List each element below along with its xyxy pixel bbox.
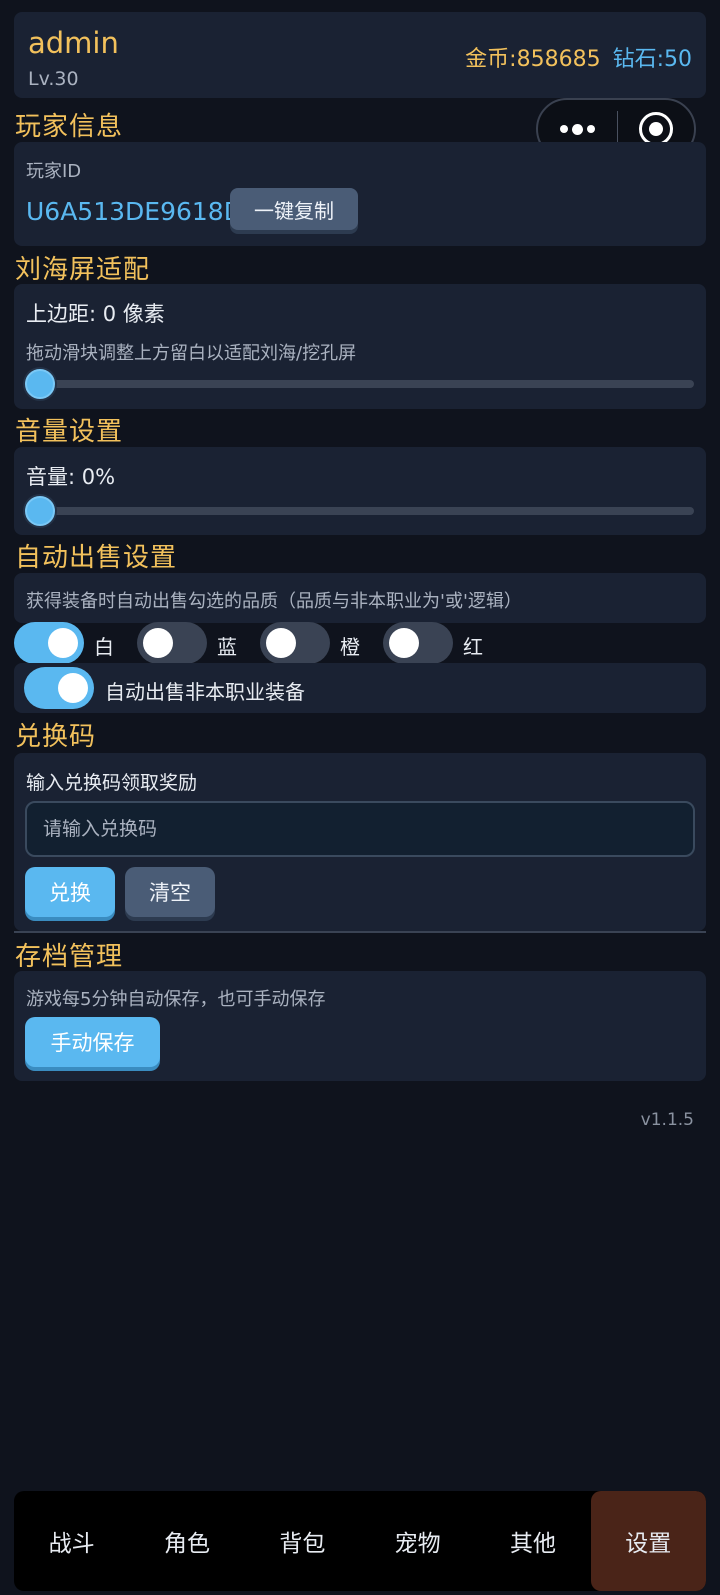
toggle-quality-blue[interactable] bbox=[137, 622, 207, 664]
tab-backpack[interactable]: 背包 bbox=[245, 1491, 360, 1591]
diamond-count: 钻石:50 bbox=[612, 47, 692, 72]
toggle-quality-orange[interactable] bbox=[260, 622, 330, 664]
volume-slider-thumb[interactable] bbox=[25, 496, 55, 526]
redeem-code-input[interactable] bbox=[25, 801, 695, 857]
volume-card: 音量: 0% bbox=[14, 447, 706, 535]
section-title-volume: 音量设置 bbox=[15, 417, 124, 447]
section-title-auto-sell: 自动出售设置 bbox=[15, 543, 178, 573]
save-hint: 游戏每5分钟自动保存，也可手动保存 bbox=[26, 989, 326, 1010]
section-title-player-info: 玩家信息 bbox=[15, 112, 124, 142]
toggle-quality-red[interactable] bbox=[383, 622, 453, 664]
toggle-label-red: 红 bbox=[463, 635, 483, 659]
toggle-label-orange: 橙 bbox=[340, 635, 360, 659]
notch-slider-track[interactable] bbox=[28, 380, 694, 388]
section-divider bbox=[14, 931, 706, 933]
notch-slider-thumb[interactable] bbox=[25, 369, 55, 399]
bottom-tab-bar: 战斗 角色 背包 宠物 其他 设置 bbox=[14, 1491, 706, 1591]
player-level: Lv.30 bbox=[28, 68, 79, 90]
settings-page: admin Lv.30 金币:858685 钻石:50 玩家信息 玩家ID U6… bbox=[0, 0, 720, 1595]
section-title-notch: 刘海屏适配 bbox=[15, 255, 151, 285]
save-card: 游戏每5分钟自动保存，也可手动保存 手动保存 bbox=[14, 971, 706, 1081]
redeem-card: 输入兑换码领取奖励 兑换 清空 bbox=[14, 753, 706, 931]
tab-character[interactable]: 角色 bbox=[129, 1491, 244, 1591]
player-info-card: 玩家ID U6A513DE9618D 一键复制 bbox=[14, 142, 706, 246]
player-id-label: 玩家ID bbox=[26, 161, 82, 182]
manual-save-button[interactable]: 手动保存 bbox=[25, 1017, 160, 1067]
clear-button[interactable]: 清空 bbox=[125, 867, 215, 917]
tab-settings[interactable]: 设置 bbox=[590, 1491, 706, 1591]
username: admin bbox=[28, 26, 119, 60]
notch-margin-label: 上边距: 0 像素 bbox=[26, 302, 165, 326]
redeem-hint: 输入兑换码领取奖励 bbox=[26, 772, 198, 794]
tab-battle[interactable]: 战斗 bbox=[14, 1491, 129, 1591]
gold-count: 金币:858685 bbox=[465, 47, 601, 72]
notch-hint: 拖动滑块调整上方留白以适配刘海/挖孔屏 bbox=[26, 343, 357, 364]
toggle-non-class-sell[interactable] bbox=[24, 667, 94, 709]
auto-sell-hint: 获得装备时自动出售勾选的品质（品质与非本职业为'或'逻辑） bbox=[26, 591, 522, 612]
tab-pet[interactable]: 宠物 bbox=[360, 1491, 475, 1591]
non-class-sell-label: 自动出售非本职业装备 bbox=[105, 680, 305, 704]
auto-sell-hint-card: 获得装备时自动出售勾选的品质（品质与非本职业为'或'逻辑） bbox=[14, 573, 706, 623]
volume-label: 音量: 0% bbox=[26, 465, 116, 489]
redeem-button[interactable]: 兑换 bbox=[25, 867, 115, 917]
copy-id-button[interactable]: 一键复制 bbox=[230, 188, 358, 230]
toggle-quality-white[interactable] bbox=[14, 622, 84, 664]
section-title-redeem: 兑换码 bbox=[15, 722, 97, 752]
currency-display: 金币:858685 钻石:50 bbox=[465, 41, 692, 73]
toggle-label-white: 白 bbox=[94, 635, 114, 659]
toggle-label-blue: 蓝 bbox=[217, 635, 237, 659]
notch-card: 上边距: 0 像素 拖动滑块调整上方留白以适配刘海/挖孔屏 bbox=[14, 284, 706, 409]
version-label: v1.1.5 bbox=[640, 1110, 694, 1130]
section-title-save: 存档管理 bbox=[15, 942, 124, 972]
volume-slider-track[interactable] bbox=[28, 507, 694, 515]
player-header: admin Lv.30 金币:858685 钻石:50 bbox=[14, 12, 706, 98]
player-id-value: U6A513DE9618D bbox=[26, 197, 243, 226]
tab-other[interactable]: 其他 bbox=[475, 1491, 590, 1591]
